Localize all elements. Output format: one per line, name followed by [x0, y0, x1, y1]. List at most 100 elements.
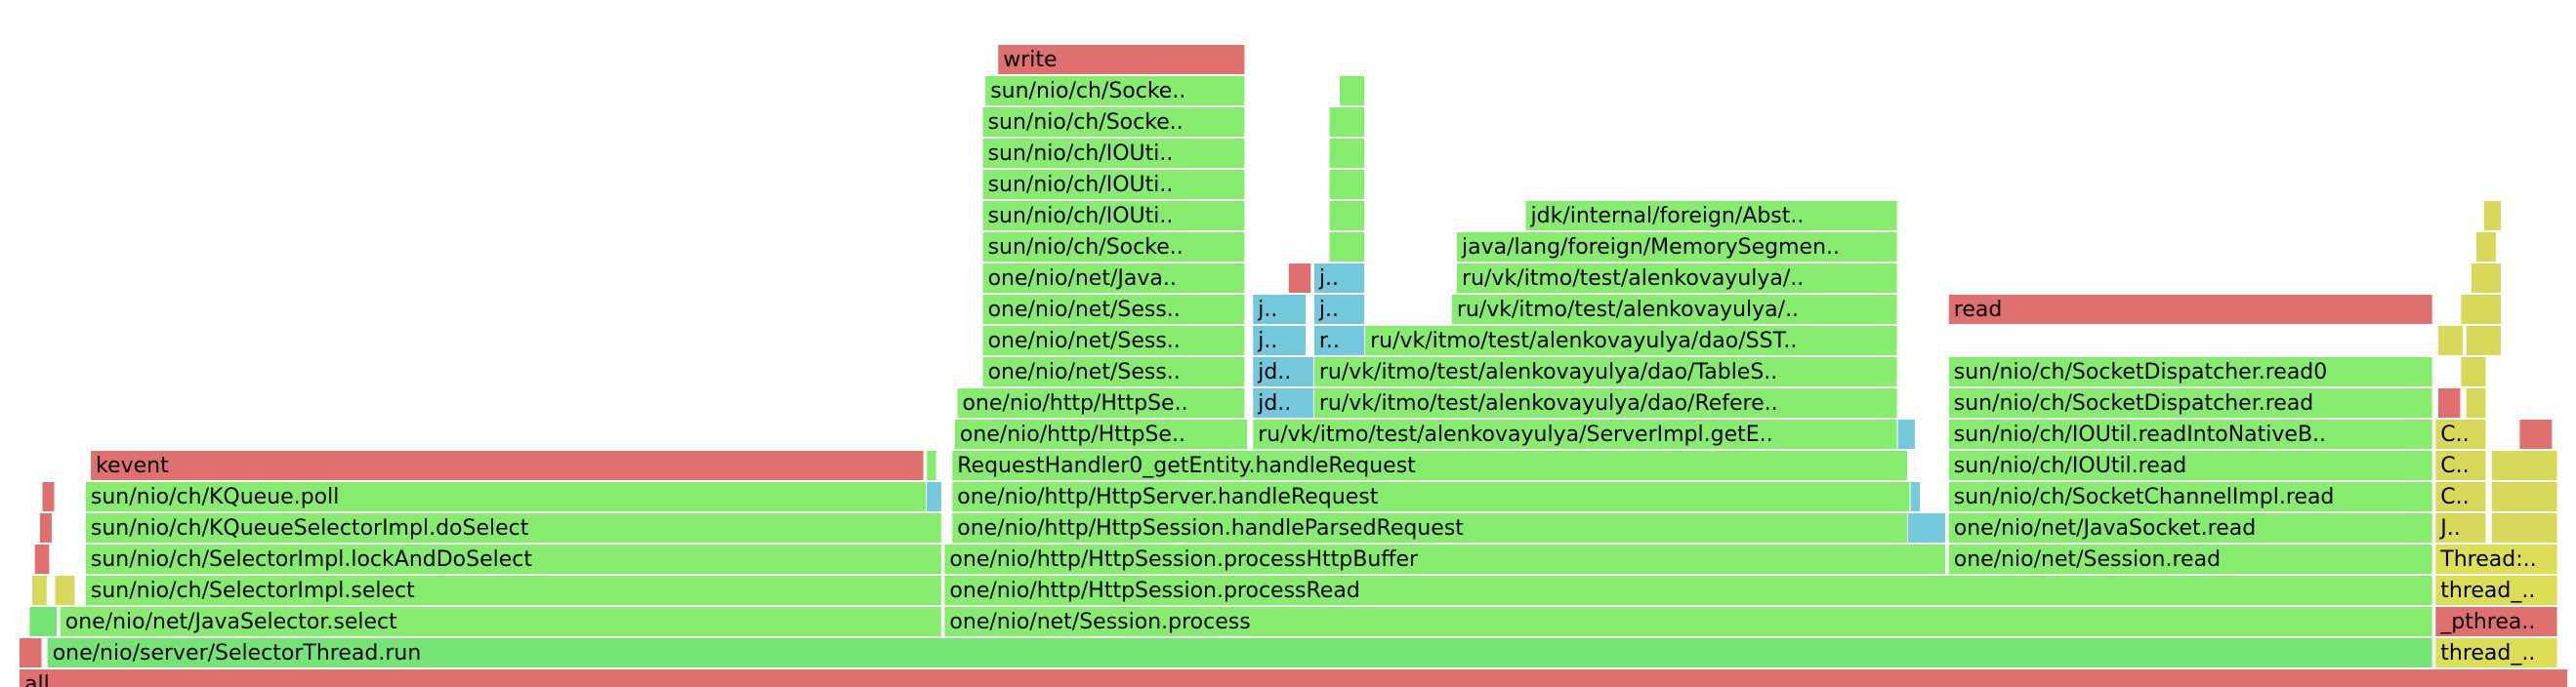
flame-frame[interactable]: jd..	[1253, 357, 1313, 386]
flame-frame-bar[interactable]	[2471, 263, 2502, 293]
flame-frame[interactable]	[1329, 107, 1365, 137]
flame-frame-bar[interactable]	[2437, 326, 2463, 355]
flame-frame[interactable]	[2491, 482, 2557, 511]
flame-frame[interactable]: one/nio/net/JavaSocket.read	[1948, 513, 2432, 543]
flame-frame-bar[interactable]	[2476, 232, 2496, 262]
flame-frame[interactable]: one/nio/http/HttpSession.processRead	[944, 576, 2432, 605]
flame-frame-bar[interactable]	[2491, 451, 2557, 480]
flame-frame[interactable]: J..	[2435, 513, 2486, 543]
flame-frame[interactable]: sun/nio/ch/KQueue.poll	[85, 482, 927, 511]
flame-frame[interactable]: jd..	[1253, 388, 1313, 418]
flame-frame-bar[interactable]	[927, 451, 936, 480]
flame-frame[interactable]: java/lang/foreign/MemorySegmen..	[1457, 232, 1897, 262]
flame-frame-bar[interactable]	[1329, 107, 1365, 137]
flame-frame[interactable]: read	[1948, 295, 2432, 324]
flame-frame-bar[interactable]	[1329, 139, 1365, 168]
flame-frame[interactable]	[1339, 76, 1365, 105]
flame-frame[interactable]: ru/vk/itmo/test/alenkovayulya/dao/Refere…	[1313, 388, 1897, 418]
flame-frame[interactable]	[927, 482, 941, 511]
flame-frame[interactable]	[2483, 201, 2502, 230]
flame-frame[interactable]: sun/nio/ch/IOUti..	[982, 201, 1245, 230]
flame-frame-bar[interactable]	[20, 669, 2567, 687]
flame-frame[interactable]: all	[20, 669, 2567, 687]
flame-frame[interactable]: ru/vk/itmo/test/alenkovayulya/dao/TableS…	[1313, 357, 1897, 386]
flame-frame[interactable]	[1897, 420, 1915, 449]
flame-frame[interactable]: one/nio/server/SelectorThread.run	[47, 638, 2432, 667]
flame-frame-bar[interactable]	[20, 638, 42, 667]
flame-frame[interactable]	[2491, 513, 2557, 543]
flame-frame[interactable]: one/nio/http/HttpSe..	[954, 420, 1248, 449]
flame-frame[interactable]: one/nio/net/Sess..	[982, 326, 1245, 355]
flame-frame[interactable]: sun/nio/ch/KQueueSelectorImpl.doSelect	[85, 513, 941, 543]
flame-frame[interactable]	[2519, 420, 2553, 449]
flame-frame-bar[interactable]	[1288, 263, 1311, 293]
flame-frame-bar[interactable]	[32, 576, 47, 605]
flame-frame[interactable]: sun/nio/ch/SocketChannelImpl.read	[1948, 482, 2432, 511]
flame-frame[interactable]: Thread:..	[2435, 545, 2557, 574]
flame-frame[interactable]	[1329, 201, 1365, 230]
flame-frame-bar[interactable]	[55, 576, 75, 605]
flame-frame[interactable]: ru/vk/itmo/test/alenkovayulya/ServerImpl…	[1253, 420, 1897, 449]
flame-frame[interactable]: one/nio/http/HttpSession.handleParsedReq…	[952, 513, 1908, 543]
flame-frame[interactable]	[2491, 451, 2557, 480]
flame-frame[interactable]	[2461, 357, 2486, 386]
flame-frame[interactable]: jdk/internal/foreign/Abst..	[1525, 201, 1897, 230]
flame-frame[interactable]	[2437, 326, 2463, 355]
flame-frame[interactable]	[2437, 388, 2461, 418]
flame-frame-bar[interactable]	[1329, 232, 1365, 262]
flame-frame[interactable]	[2471, 263, 2502, 293]
flame-frame[interactable]: j..	[1313, 263, 1365, 293]
flame-frame[interactable]: sun/nio/ch/IOUtil.readIntoNativeB..	[1948, 420, 2432, 449]
flame-frame-bar[interactable]	[34, 545, 50, 574]
flame-frame[interactable]	[39, 513, 52, 543]
flame-frame[interactable]: sun/nio/ch/SocketDispatcher.read0	[1948, 357, 2432, 386]
flame-frame[interactable]: sun/nio/ch/IOUtil.read	[1948, 451, 2432, 480]
flame-frame[interactable]: sun/nio/ch/Socke..	[982, 107, 1245, 137]
flame-frame-bar[interactable]	[2461, 357, 2486, 386]
flame-frame[interactable]: ru/vk/itmo/test/alenkovayulya/dao/SST..	[1365, 326, 1897, 355]
flame-frame-bar[interactable]	[91, 451, 924, 480]
flame-frame[interactable]: j..	[1253, 295, 1307, 324]
flame-frame-bar[interactable]	[927, 482, 941, 511]
flame-frame[interactable]: C..	[2435, 420, 2486, 449]
flame-frame[interactable]: sun/nio/ch/SelectorImpl.lockAndDoSelect	[85, 545, 941, 574]
flame-frame[interactable]	[1329, 170, 1365, 199]
flame-frame-bar[interactable]	[1897, 420, 1915, 449]
flame-frame[interactable]: thread_..	[2435, 576, 2557, 605]
flame-frame[interactable]: j..	[1313, 295, 1365, 324]
flame-frame-bar[interactable]	[1910, 482, 1921, 511]
flame-frame[interactable]: j..	[1253, 326, 1307, 355]
flame-frame[interactable]	[2476, 232, 2496, 262]
flame-frame[interactable]	[1910, 482, 1921, 511]
flame-frame[interactable]	[1329, 139, 1365, 168]
flame-frame[interactable]: one/nio/net/Java..	[982, 263, 1245, 293]
flame-frame-bar[interactable]	[1948, 295, 2432, 324]
flame-frame-bar[interactable]	[2437, 388, 2461, 418]
flame-frame-bar[interactable]	[2519, 420, 2553, 449]
flame-frame[interactable]: one/nio/http/HttpSession.processHttpBuff…	[944, 545, 1946, 574]
flame-frame[interactable]: C..	[2435, 482, 2486, 511]
flame-frame[interactable]: sun/nio/ch/IOUti..	[982, 139, 1245, 168]
flame-frame[interactable]: sun/nio/ch/SocketDispatcher.read	[1948, 388, 2432, 418]
flame-frame[interactable]: one/nio/http/HttpSe..	[957, 388, 1245, 418]
flame-frame[interactable]	[927, 451, 936, 480]
flame-frame[interactable]	[20, 638, 42, 667]
flame-frame[interactable]	[42, 482, 55, 511]
flame-frame-bar[interactable]	[2491, 482, 2557, 511]
flame-frame[interactable]: _pthrea..	[2435, 607, 2557, 636]
flame-frame[interactable]	[34, 545, 50, 574]
flame-frame[interactable]: one/nio/net/Session.read	[1948, 545, 2432, 574]
flame-frame-bar[interactable]	[2483, 201, 2502, 230]
flame-frame[interactable]: thread_..	[2435, 638, 2557, 667]
flame-frame[interactable]	[1288, 263, 1311, 293]
flame-frame[interactable]: one/nio/net/Session.process	[944, 607, 2432, 636]
flame-frame[interactable]: RequestHandler0_getEntity.handleRequest	[952, 451, 1908, 480]
flame-frame[interactable]: sun/nio/ch/SelectorImpl.select	[85, 576, 941, 605]
flame-frame[interactable]	[29, 607, 58, 636]
flame-frame-bar[interactable]	[2466, 326, 2502, 355]
flame-frame[interactable]: sun/nio/ch/IOUti..	[982, 170, 1245, 199]
flame-frame[interactable]: ru/vk/itmo/test/alenkovayulya/..	[1451, 295, 1897, 324]
flame-frame-bar[interactable]	[1908, 513, 1946, 543]
flame-frame[interactable]	[55, 576, 75, 605]
flame-frame-bar[interactable]	[29, 607, 58, 636]
